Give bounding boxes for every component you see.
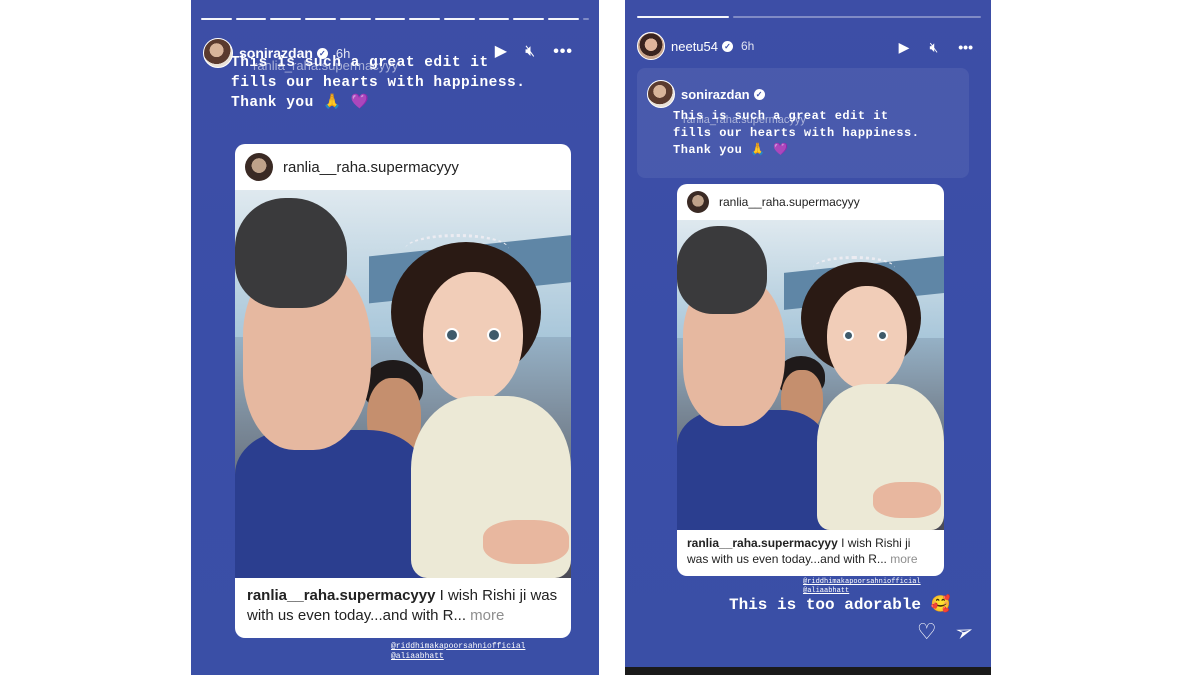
card-username[interactable]: ranlia__raha.supermacyyy <box>719 195 860 209</box>
avatar[interactable] <box>245 153 273 181</box>
card-header: ranlia__raha.supermacyyy <box>235 144 571 190</box>
overlay-line-3: Thank you 🙏 💜 <box>673 143 789 157</box>
avatar[interactable] <box>637 32 665 60</box>
card-username[interactable]: ranlia__raha.supermacyyy <box>283 159 459 176</box>
shared-post-card[interactable]: ranlia__raha.supermacyyy ranlia__raha.su… <box>235 144 571 638</box>
post-caption: ranlia__raha.supermacyyy I wish Rishi ji… <box>677 530 944 573</box>
avatar[interactable] <box>203 38 233 68</box>
story-progress-bar <box>201 18 590 20</box>
more-icon[interactable]: ••• <box>958 39 973 55</box>
verified-badge-icon: ✓ <box>722 40 733 52</box>
mention-stickers: @riddhimakapoorsahniofficial @aliaabhatt <box>391 642 525 662</box>
send-icon[interactable]: ➢ <box>951 617 977 648</box>
timestamp: 6h <box>741 39 755 53</box>
avatar[interactable] <box>687 191 709 213</box>
post-caption: ranlia__raha.supermacyyy I wish Rishi ji… <box>235 578 571 633</box>
more-icon[interactable]: ••• <box>553 44 573 60</box>
story-reply-text: This is too adorable 🥰 <box>729 596 951 614</box>
story-progress-bar <box>637 16 981 18</box>
post-photo <box>677 220 944 530</box>
mention-alia[interactable]: @aliaabhatt <box>391 652 525 662</box>
overlay-line-2: fills our hearts with happiness. <box>231 75 526 91</box>
username[interactable]: neetu54 <box>671 39 718 54</box>
quoted-username[interactable]: sonirazdan <box>681 87 750 102</box>
overlay-ghost-username: ranlia_raha.supermacyyy <box>683 114 806 126</box>
verified-badge-icon: ✓ <box>753 88 765 100</box>
shared-post-card[interactable]: ranlia__raha.supermacyyy ranlia__raha.su… <box>677 184 944 576</box>
mute-icon[interactable]: 🔇︎ <box>929 39 938 55</box>
overlay-line-3: Thank you 🙏 💜 <box>231 95 370 111</box>
mute-icon[interactable]: 🔇︎ <box>525 44 535 60</box>
bottom-bar <box>625 667 991 675</box>
caption-username[interactable]: ranlia__raha.supermacyyy <box>687 536 838 550</box>
story-panel-left: sonirazdan ✓ 6h ▶ 🔇︎ ••• This is such a … <box>191 0 599 675</box>
avatar[interactable] <box>647 80 675 108</box>
caption-username[interactable]: ranlia__raha.supermacyyy <box>247 587 435 604</box>
mention-riddhima[interactable]: @riddhimakapoorsahniofficial <box>803 578 921 587</box>
overlay-line-2: fills our hearts with happiness. <box>673 126 920 140</box>
overlay-ghost-username: ranlia_raha.supermacyyy <box>253 58 399 73</box>
heart-icon[interactable]: ♡ <box>917 619 937 645</box>
quoted-story-header: sonirazdan ✓ <box>647 80 765 108</box>
play-icon[interactable]: ▶ <box>899 39 910 55</box>
mention-riddhima[interactable]: @riddhimakapoorsahniofficial <box>391 642 525 652</box>
story-header: neetu54 ✓ 6h <box>637 32 754 60</box>
post-photo <box>235 190 571 578</box>
story-controls: ▶ 🔇︎ ••• <box>899 39 973 55</box>
more-link[interactable]: more <box>466 607 504 624</box>
more-link[interactable]: more <box>887 552 917 566</box>
story-actions: ♡ ➢ <box>917 617 977 647</box>
story-panel-right: neetu54 ✓ 6h ▶ 🔇︎ ••• sonirazdan ✓ This … <box>625 0 991 675</box>
card-header: ranlia__raha.supermacyyy <box>677 184 944 220</box>
